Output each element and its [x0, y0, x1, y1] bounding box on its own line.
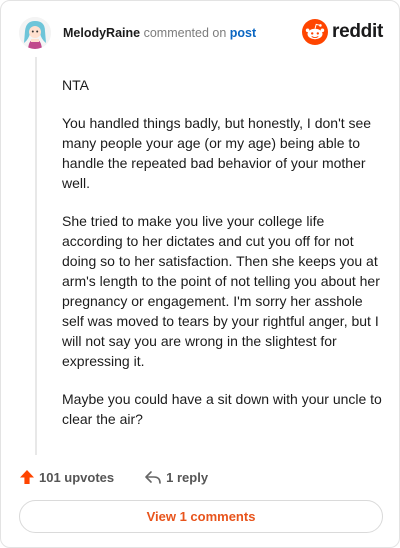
reply-button[interactable]: 1 reply [144, 469, 208, 485]
comment-actions: 101 upvotes 1 reply [19, 467, 208, 487]
view-comments-button[interactable]: View 1 comments [19, 500, 383, 533]
comment-header: MelodyRaine commented on post reddit [19, 17, 383, 51]
view-comments-label: View 1 comments [146, 509, 256, 524]
upvote-button[interactable]: 101 upvotes [19, 469, 114, 485]
comment-paragraph: She tried to make you live your college … [62, 213, 380, 369]
comment-paragraph: Maybe you could have a sit down with you… [62, 391, 382, 427]
reply-count: 1 reply [166, 469, 209, 485]
thread-line[interactable] [35, 57, 37, 455]
comment-card: MelodyRaine commented on post reddit NTA… [0, 0, 400, 548]
upvote-count: 101 upvotes [39, 469, 115, 485]
post-link[interactable]: post [230, 26, 256, 40]
reddit-brand[interactable]: reddit [302, 17, 383, 47]
comment-paragraph: You handled things badly, but honestly, … [62, 115, 372, 191]
upvote-arrow-icon [20, 470, 34, 484]
comment-paragraph: NTA [62, 77, 89, 93]
user-avatar-icon [19, 17, 51, 49]
avatar[interactable] [19, 17, 51, 49]
reddit-logo-icon [302, 19, 329, 45]
comment-body: NTA You handled things badly, but honest… [62, 75, 382, 447]
username-link[interactable]: MelodyRaine [63, 26, 140, 40]
action-text: commented on [143, 26, 227, 40]
comment-meta: MelodyRaine commented on post [63, 26, 256, 40]
brand-wordmark: reddit [332, 21, 383, 42]
reply-arrow-icon [145, 471, 161, 484]
